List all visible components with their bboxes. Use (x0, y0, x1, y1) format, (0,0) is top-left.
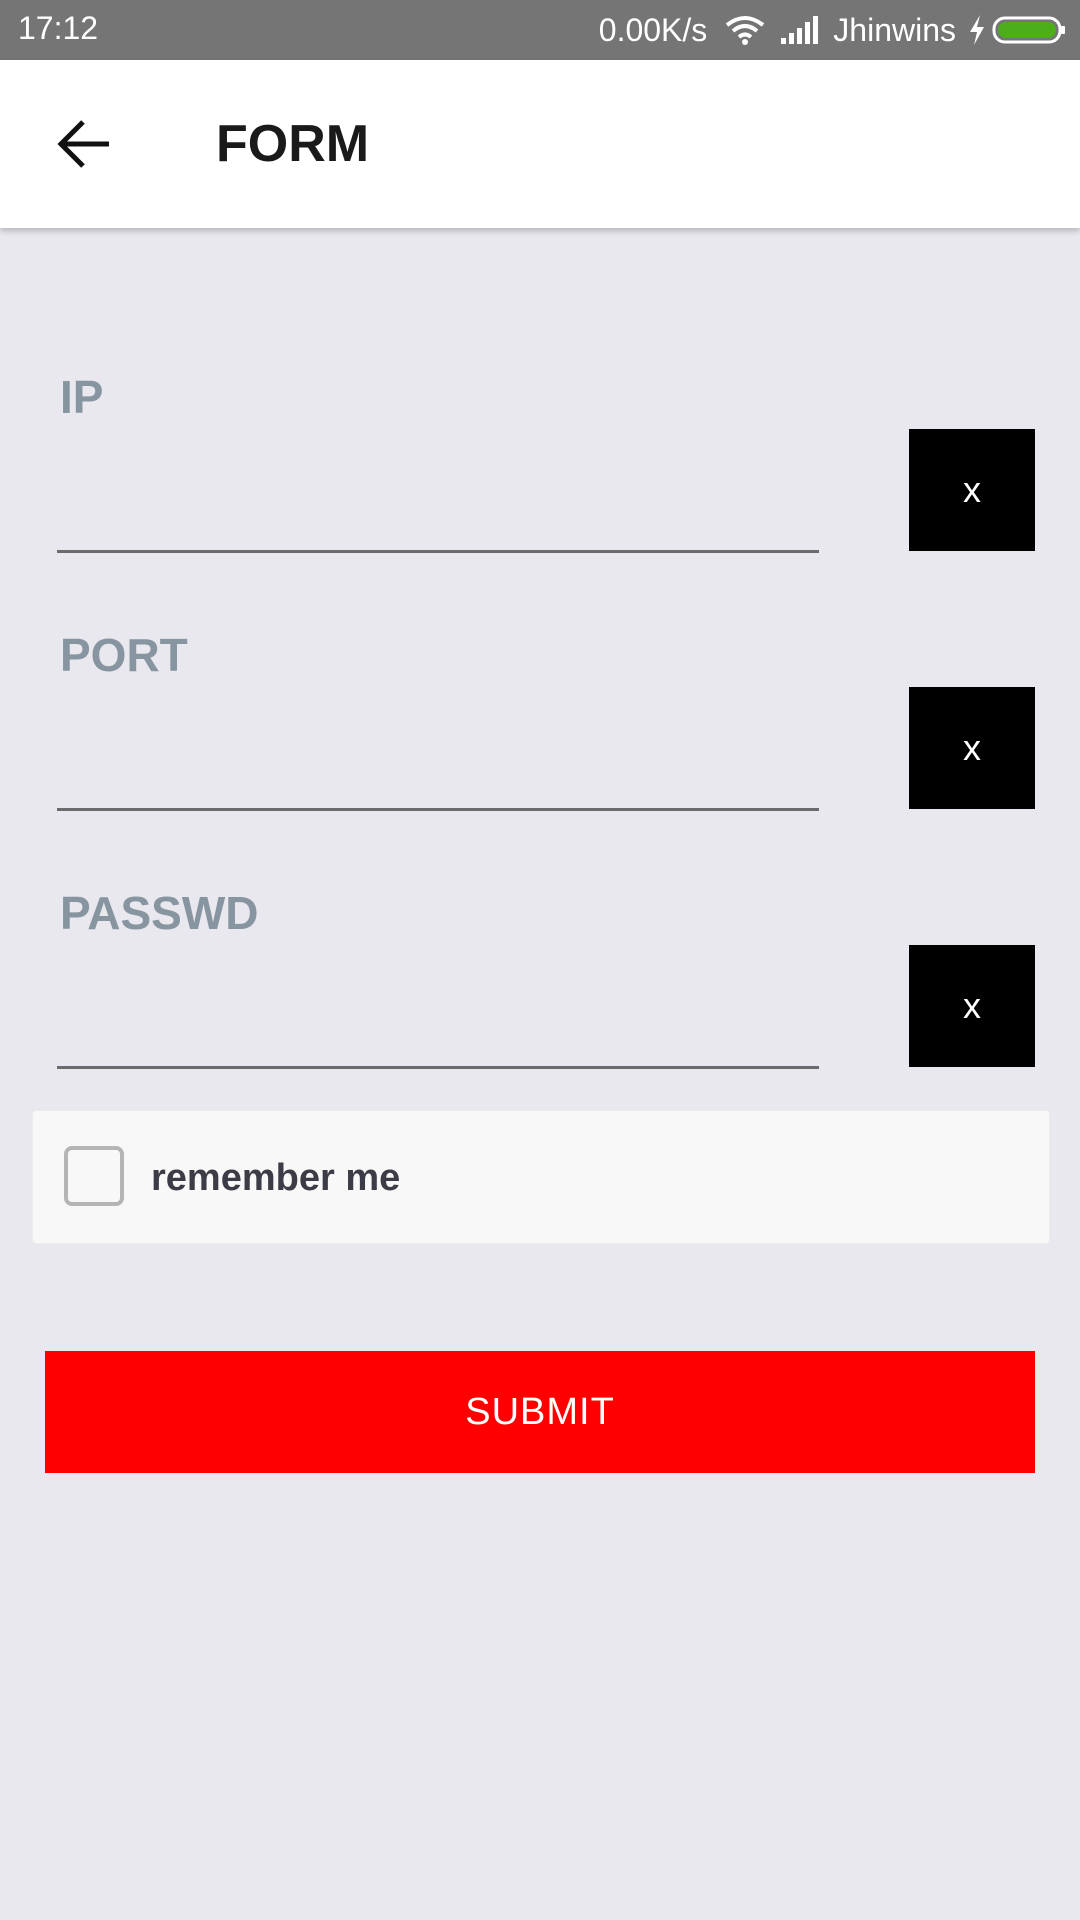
remember-me-label: remember me (151, 1157, 401, 1199)
signal-icon (781, 16, 819, 44)
status-time: 17:12 (18, 10, 99, 46)
passwd-input[interactable] (57, 990, 819, 1069)
submit-button[interactable]: SUBMIT (45, 1351, 1035, 1473)
port-input[interactable] (57, 732, 819, 811)
page-title: FORM (216, 115, 370, 173)
passwd-label: PASSWD (60, 887, 259, 939)
carrier-name: Jhinwins (833, 11, 956, 48)
clear-passwd-button[interactable]: x (909, 945, 1035, 1067)
ip-label: IP (60, 371, 104, 423)
clear-ip-button[interactable]: x (909, 429, 1035, 551)
wifi-icon (726, 16, 765, 45)
clear-port-button[interactable]: x (909, 687, 1035, 809)
ip-input[interactable] (57, 474, 819, 553)
remember-me-row[interactable]: remember me (32, 1110, 1050, 1244)
arrow-left-icon (57, 120, 109, 168)
remember-me-checkbox[interactable] (64, 1146, 124, 1206)
charging-bolt-icon (970, 15, 984, 45)
battery-icon (992, 16, 1065, 44)
port-label: PORT (60, 629, 188, 681)
back-button[interactable] (50, 112, 118, 176)
network-speed: 0.00K/s (598, 11, 708, 48)
status-icons: 0.00K/s Jhinwins (599, 0, 1066, 60)
app-bar: FORM (0, 60, 1080, 228)
status-bar: 17:12 0.00K/s Jhinwins (0, 0, 1080, 60)
